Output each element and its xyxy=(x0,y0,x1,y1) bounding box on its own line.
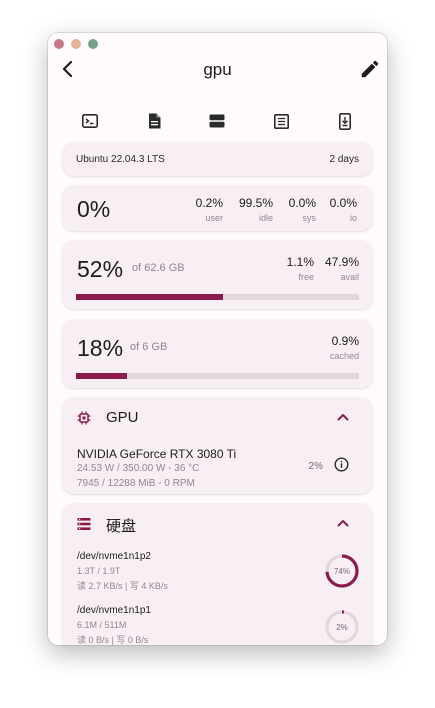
window-close-button[interactable] xyxy=(54,39,64,49)
file-icon[interactable] xyxy=(143,110,165,132)
gpu-section-title: GPU xyxy=(106,409,139,426)
memory-percent: 52% xyxy=(77,256,124,282)
memory-card[interactable]: 52% of 62.6 GB 1.1% free 47.9% avail xyxy=(62,240,373,309)
cpu-percent: 0% xyxy=(77,196,111,222)
swap-card[interactable]: 18% of 6 GB 0.9% cached xyxy=(62,319,373,388)
disk-usage-label: 74% xyxy=(334,567,350,576)
disk-name: /dev/nvme1n1p2 xyxy=(77,551,151,562)
edit-icon[interactable] xyxy=(359,58,381,80)
chevron-up-icon[interactable] xyxy=(335,409,351,425)
memory-free-stat: 1.1% free xyxy=(286,255,314,282)
cpu-io-stat: 0.0% io xyxy=(329,196,357,223)
storage-icon xyxy=(77,518,91,530)
disk-section-title: 硬盘 xyxy=(106,518,137,535)
info-icon[interactable] xyxy=(334,457,349,472)
chip-icon xyxy=(77,411,91,425)
list-item[interactable]: /dev/nvme1n1p1 6.1M / 511M 读 0 B/s | 写 0… xyxy=(62,605,373,645)
memory-avail-stat: 47.9% avail xyxy=(324,255,359,282)
list-item[interactable]: /dev/nvme1n1p2 1.3T / 1.9T 读 2.7 KB/s | … xyxy=(62,551,373,601)
memory-usage-fill xyxy=(76,294,224,300)
window-zoom-button[interactable] xyxy=(88,39,98,49)
download-device-icon[interactable] xyxy=(334,110,356,132)
chevron-up-icon[interactable] xyxy=(335,515,351,531)
terminal-icon[interactable] xyxy=(79,110,101,132)
gpu-usage: 2% xyxy=(308,461,323,472)
gpu-memory: 7945 / 12288 MiB - 0 RPM xyxy=(77,478,195,489)
disk-io: 读 2.7 KB/s | 写 4 KB/s xyxy=(77,581,168,591)
disk-usage-ring: 74% xyxy=(325,554,359,588)
disk-usage-ring: 2% xyxy=(325,610,359,644)
page-title: gpu xyxy=(203,60,232,79)
server-icon[interactable] xyxy=(206,110,228,132)
gpu-power: 24.53 W / 350.00 W - 36 °C xyxy=(77,463,200,474)
swap-usage-fill xyxy=(76,373,127,379)
memory-usage-bar xyxy=(76,294,359,300)
table-icon[interactable] xyxy=(270,110,292,132)
os-name: Ubuntu 22.04.3 LTS xyxy=(76,154,165,165)
cpu-idle-stat: 99.5% idle xyxy=(238,196,273,223)
swap-total: of 6 GB xyxy=(130,341,168,353)
app-window: gpu Ubuntu 22.04.3 LTS 2 days 0% 0.2% use… xyxy=(48,33,387,645)
disk-size: 1.3T / 1.9T xyxy=(77,566,121,576)
gpu-name: NVIDIA GeForce RTX 3080 Ti xyxy=(77,447,237,461)
disk-io: 读 0 B/s | 写 0 B/s xyxy=(77,635,149,645)
disk-usage-label: 2% xyxy=(336,623,348,632)
swap-usage-bar xyxy=(76,373,359,379)
swap-percent: 18% xyxy=(77,335,124,361)
cpu-sys-stat: 0.0% sys xyxy=(288,196,316,223)
cpu-card[interactable]: 0% 0.2% user 99.5% idle 0.0% sys 0.0% io xyxy=(62,185,373,231)
uptime: 2 days xyxy=(329,154,359,165)
disk-card: 硬盘 /dev/nvme1n1p2 1.3T / 1.9T 读 2.7 KB/s… xyxy=(62,503,373,645)
tool-strip xyxy=(48,110,387,134)
cpu-user-stat: 0.2% user xyxy=(195,196,223,223)
os-info-card[interactable]: Ubuntu 22.04.3 LTS 2 days xyxy=(62,142,373,176)
disk-name: /dev/nvme1n1p1 xyxy=(77,605,151,616)
gpu-card: GPU NVIDIA GeForce RTX 3080 Ti 24.53 W /… xyxy=(62,397,373,494)
disk-size: 6.1M / 511M xyxy=(77,620,127,630)
swap-cached-stat: 0.9% cached xyxy=(329,334,359,361)
memory-total: of 62.6 GB xyxy=(132,262,185,274)
app-bar: gpu xyxy=(48,57,387,81)
window-minimize-button[interactable] xyxy=(71,39,81,49)
